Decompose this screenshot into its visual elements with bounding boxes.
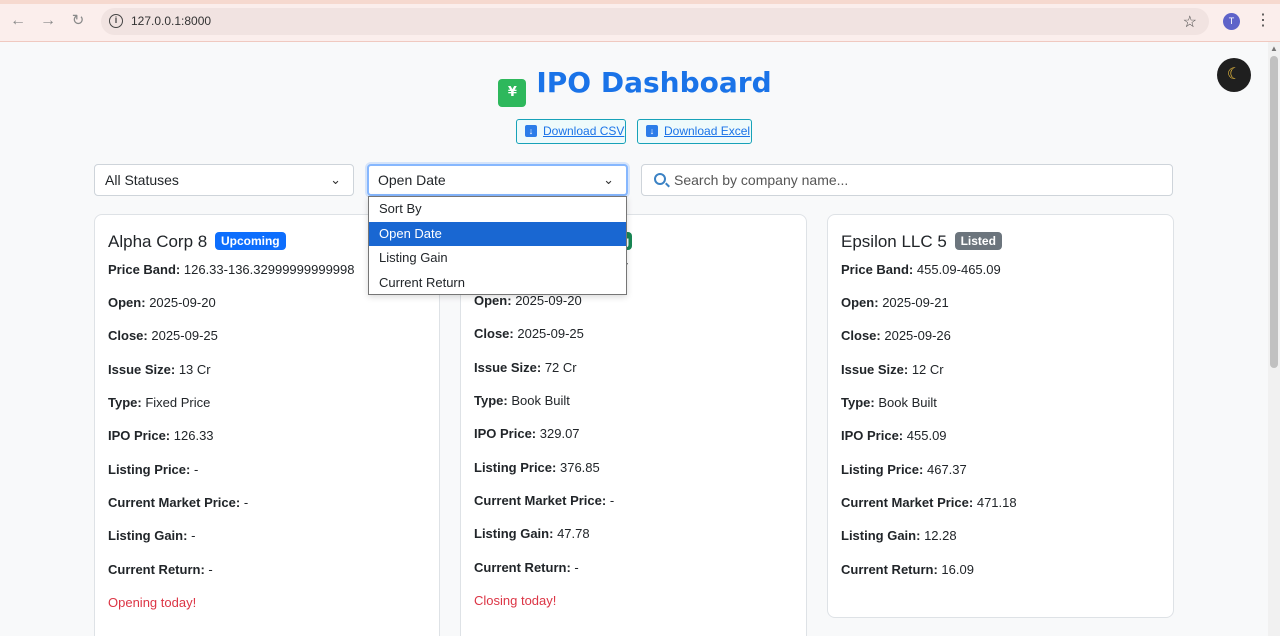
bookmark-star-icon[interactable]: ☆ bbox=[1183, 12, 1197, 32]
download-excel-button[interactable]: ↓ Download Excel bbox=[637, 119, 752, 144]
sort-dropdown-list[interactable]: Sort By Open Date Listing Gain Current R… bbox=[368, 196, 627, 295]
chevron-down-icon: ⌄ bbox=[603, 172, 614, 187]
download-arrow-icon: ↓ bbox=[646, 125, 658, 137]
tab-strip bbox=[0, 0, 1280, 4]
url-text[interactable]: 127.0.0.1:8000 bbox=[131, 14, 211, 28]
status-filter-value: All Statuses bbox=[105, 172, 179, 188]
reload-icon[interactable]: ↻ bbox=[68, 11, 88, 31]
close-date-row: Close: 2025-09-25 bbox=[474, 326, 584, 341]
price-band-row: Price Band: 126.33-136.32999999999998 bbox=[108, 262, 355, 277]
current-return-row: Current Return: - bbox=[108, 562, 213, 577]
search-placeholder: Search by company name... bbox=[674, 172, 849, 188]
type-row: Type: Book Built bbox=[474, 393, 570, 408]
search-icon bbox=[654, 173, 666, 185]
card-title: Alpha Corp 8 Upcoming bbox=[108, 232, 286, 252]
close-date-row: Close: 2025-09-25 bbox=[108, 328, 218, 343]
back-arrow-icon[interactable]: ← bbox=[8, 11, 28, 31]
close-date-row: Close: 2025-09-26 bbox=[841, 328, 951, 343]
status-badge: Listed bbox=[954, 232, 1002, 250]
listing-gain-row: Listing Gain: 47.78 bbox=[474, 526, 590, 541]
download-csv-button[interactable]: ↓ Download CSV bbox=[516, 119, 626, 144]
download-arrow-icon: ↓ bbox=[525, 125, 537, 137]
current-return-row: Current Return: 16.09 bbox=[841, 562, 974, 577]
issue-size-row: Issue Size: 72 Cr bbox=[474, 360, 577, 375]
scroll-up-arrow-icon[interactable]: ▲ bbox=[1270, 44, 1278, 53]
status-filter-select[interactable]: All Statuses ⌄ bbox=[94, 164, 354, 196]
company-name: Alpha Corp 8 bbox=[108, 232, 208, 251]
cmp-row: Current Market Price: - bbox=[108, 495, 249, 510]
site-info-icon[interactable]: i bbox=[109, 14, 123, 28]
sort-option-listing-gain[interactable]: Listing Gain bbox=[369, 246, 626, 271]
company-name: Epsilon LLC 5 bbox=[841, 232, 947, 251]
page-title: ¥ IPO Dashboard bbox=[0, 66, 1270, 107]
cmp-row: Current Market Price: - bbox=[474, 493, 615, 508]
current-return-row: Current Return: - bbox=[474, 560, 579, 575]
card-title: Epsilon LLC 5 Listed bbox=[841, 232, 1002, 252]
scroll-thumb[interactable] bbox=[1270, 56, 1278, 368]
listing-price-row: Listing Price: 467.37 bbox=[841, 462, 967, 477]
listing-gain-row: Listing Gain: - bbox=[108, 528, 196, 543]
ipo-card-epsilon: Epsilon LLC 5 Listed Price Band: 455.09-… bbox=[827, 214, 1174, 618]
alert-note: Closing today! bbox=[474, 593, 557, 608]
cmp-row: Current Market Price: 471.18 bbox=[841, 495, 1017, 510]
search-input[interactable]: Search by company name... bbox=[641, 164, 1173, 196]
browser-menu-icon[interactable]: ⋮ bbox=[1255, 11, 1271, 31]
download-excel-label: Download Excel bbox=[664, 124, 751, 138]
page-title-text: IPO Dashboard bbox=[536, 66, 772, 99]
listing-price-row: Listing Price: - bbox=[108, 462, 199, 477]
sort-select-value: Open Date bbox=[378, 172, 446, 188]
issue-size-row: Issue Size: 13 Cr bbox=[108, 362, 211, 377]
sort-option-current-return[interactable]: Current Return bbox=[369, 271, 626, 296]
address-bar[interactable]: i 127.0.0.1:8000 ☆ bbox=[101, 8, 1209, 35]
ipo-price-row: IPO Price: 455.09 bbox=[841, 428, 947, 443]
chart-increasing-icon: ¥ bbox=[498, 79, 527, 107]
status-badge: Upcoming bbox=[214, 232, 286, 250]
listing-price-row: Listing Price: 376.85 bbox=[474, 460, 600, 475]
sort-option-open-date[interactable]: Open Date bbox=[369, 221, 626, 247]
ipo-price-row: IPO Price: 126.33 bbox=[108, 428, 214, 443]
open-date-row: Open: 2025-09-20 bbox=[108, 295, 216, 310]
type-row: Type: Fixed Price bbox=[108, 395, 211, 410]
open-date-row: Open: 2025-09-21 bbox=[841, 295, 949, 310]
ipo-price-row: IPO Price: 329.07 bbox=[474, 426, 580, 441]
alert-note: Opening today! bbox=[108, 595, 197, 610]
sort-select[interactable]: Open Date ⌄ bbox=[367, 164, 628, 196]
listing-gain-row: Listing Gain: 12.28 bbox=[841, 528, 957, 543]
sort-option-sort-by[interactable]: Sort By bbox=[369, 197, 626, 222]
price-band-row: Price Band: 455.09-465.09 bbox=[841, 262, 1001, 277]
browser-toolbar: ← → ↻ i 127.0.0.1:8000 ☆ T ⋮ bbox=[0, 0, 1280, 42]
download-csv-label: Download CSV bbox=[543, 124, 625, 138]
issue-size-row: Issue Size: 12 Cr bbox=[841, 362, 944, 377]
type-row: Type: Book Built bbox=[841, 395, 937, 410]
forward-arrow-icon[interactable]: → bbox=[38, 11, 58, 31]
profile-avatar[interactable]: T bbox=[1223, 13, 1240, 30]
chevron-down-icon: ⌄ bbox=[330, 172, 341, 187]
page-scrollbar[interactable]: ▲ bbox=[1268, 42, 1280, 636]
